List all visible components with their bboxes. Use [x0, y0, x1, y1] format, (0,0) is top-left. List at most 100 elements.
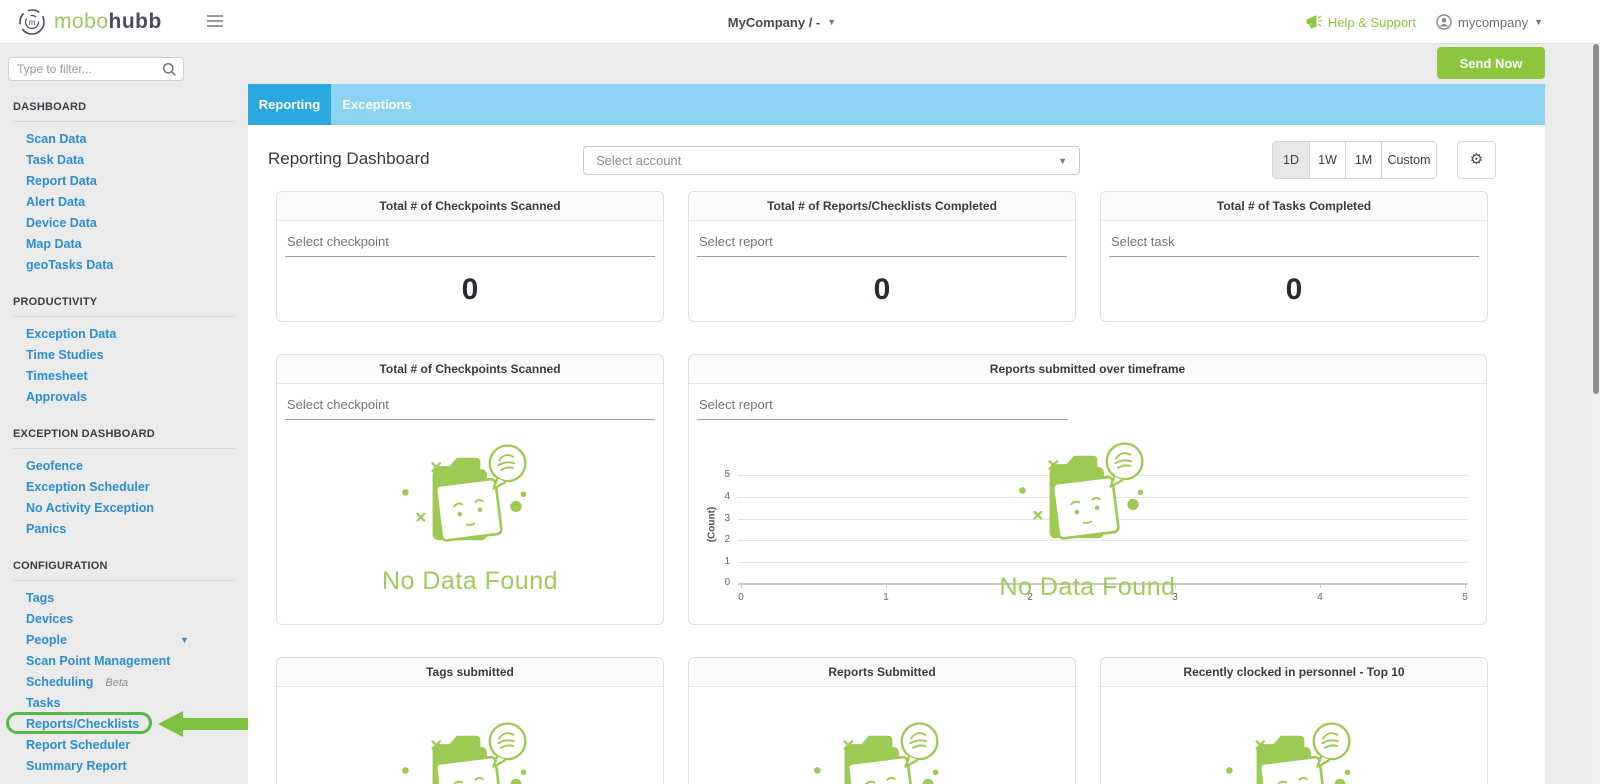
range-1d-button[interactable]: 1D	[1272, 141, 1310, 179]
sidebar-filter-input[interactable]	[9, 58, 157, 80]
sidebar-item-summary-report[interactable]: Summary Report	[0, 756, 248, 777]
logo-icon: m	[18, 8, 46, 36]
chevron-down-icon: ▼	[827, 17, 836, 27]
chevron-down-icon: ▼	[1534, 17, 1543, 27]
sidebar-item-report-data[interactable]: Report Data	[0, 171, 248, 192]
tab-bar: Reporting Exceptions	[248, 84, 1545, 125]
card-title: Total # of Checkpoints Scanned	[277, 355, 663, 384]
sidebar-item-map-data[interactable]: Map Data	[0, 234, 248, 255]
sidebar: DASHBOARD Scan Data Task Data Report Dat…	[0, 44, 248, 784]
account-select[interactable]: Select account ▼	[583, 146, 1080, 175]
no-data-illustration	[808, 715, 958, 784]
sidebar-item-time-studies[interactable]: Time Studies	[0, 345, 248, 366]
divider	[13, 580, 235, 581]
sidebar-item-people[interactable]: People ▼	[0, 630, 248, 651]
report-select[interactable]: Select report	[697, 234, 1067, 257]
range-custom-button[interactable]: Custom	[1382, 141, 1437, 179]
chevron-down-icon: ▼	[1058, 156, 1067, 166]
sidebar-item-scan-data[interactable]: Scan Data	[0, 129, 248, 150]
no-data-illustration	[1220, 715, 1370, 784]
report-select[interactable]: Select report	[697, 397, 1068, 420]
sidebar-item-scan-point-management[interactable]: Scan Point Management	[0, 651, 248, 672]
card-title: Total # of Tasks Completed	[1101, 192, 1487, 221]
annotation-arrow	[158, 711, 248, 737]
sidebar-item-geotasks-data[interactable]: geoTasks Data	[0, 255, 248, 276]
no-data-label: No Data Found	[689, 573, 1486, 602]
company-selector[interactable]: MyCompany / - ▼	[702, 0, 862, 44]
card-title: Recently clocked in personnel - Top 10	[1101, 658, 1487, 687]
card-title: Reports Submitted	[689, 658, 1075, 687]
logo[interactable]: m mobohubb	[18, 8, 162, 36]
no-data-label: No Data Found	[277, 567, 663, 596]
sidebar-filter	[8, 57, 184, 81]
user-icon	[1436, 14, 1452, 30]
main-area: Send Now Reporting Exceptions Reporting …	[248, 44, 1600, 784]
scrollbar-thumb[interactable]	[1593, 44, 1599, 394]
checkpoint-select[interactable]: Select checkpoint	[285, 397, 655, 420]
card-title: Total # of Reports/Checklists Completed	[689, 192, 1075, 221]
sidebar-item-alert-data[interactable]: Alert Data	[0, 192, 248, 213]
hamburger-menu-icon[interactable]	[207, 15, 223, 30]
company-selector-label: MyCompany / -	[728, 15, 820, 30]
help-support-link[interactable]: Help & Support	[1306, 15, 1416, 30]
send-now-button[interactable]: Send Now	[1437, 47, 1545, 79]
card-tasks-completed: Total # of Tasks Completed Select task 0	[1100, 191, 1488, 322]
mobohubb-app: m mobohubb MyCompany / - ▼ Help & Suppor…	[0, 0, 1600, 784]
chevron-down-icon[interactable]: ▼	[180, 630, 189, 651]
settings-button[interactable]: ⚙	[1457, 141, 1496, 179]
sidebar-item-task-data[interactable]: Task Data	[0, 150, 248, 171]
account-menu[interactable]: mycompany ▼	[1436, 14, 1543, 30]
tab-reporting[interactable]: Reporting	[248, 84, 331, 125]
checkpoint-select[interactable]: Select checkpoint	[285, 234, 655, 257]
sidebar-item-report-scheduler[interactable]: Report Scheduler	[0, 735, 248, 756]
tab-exceptions[interactable]: Exceptions	[331, 84, 423, 125]
range-1w-button[interactable]: 1W	[1310, 141, 1346, 179]
logo-text-mobo: mobo	[54, 10, 109, 33]
sidebar-item-panics[interactable]: Panics	[0, 519, 248, 540]
card-title: Tags submitted	[277, 658, 663, 687]
sidebar-item-no-activity-exception[interactable]: No Activity Exception	[0, 498, 248, 519]
vertical-scrollbar[interactable]	[1592, 44, 1600, 784]
sidebar-item-scheduling[interactable]: Scheduling Beta	[0, 672, 248, 693]
gear-icon: ⚙	[1470, 151, 1483, 168]
section-title-productivity: PRODUCTIVITY	[13, 296, 235, 308]
sidebar-item-tasks[interactable]: Tasks	[0, 693, 248, 714]
y-tick: 5	[712, 469, 730, 480]
range-1m-button[interactable]: 1M	[1346, 141, 1382, 179]
card-reports-over-timeframe: Reports submitted over timeframe Select …	[688, 354, 1487, 625]
task-select[interactable]: Select task	[1109, 234, 1479, 257]
sidebar-item-timesheet[interactable]: Timesheet	[0, 366, 248, 387]
logo-text-hubb: hubb	[109, 10, 162, 33]
beta-badge: Beta	[105, 677, 128, 689]
y-tick: 3	[712, 513, 730, 524]
sidebar-item-reports-checklists[interactable]: Reports/Checklists	[0, 714, 248, 735]
timeframe-button-group: 1D 1W 1M Custom	[1272, 141, 1437, 179]
divider	[13, 448, 235, 449]
card-tags-submitted: Tags submitted	[276, 657, 664, 784]
megaphone-icon	[1306, 15, 1322, 29]
sidebar-item-exception-data[interactable]: Exception Data	[0, 324, 248, 345]
sidebar-item-exception-scheduler[interactable]: Exception Scheduler	[0, 477, 248, 498]
divider	[13, 316, 235, 317]
top-header: m mobohubb MyCompany / - ▼ Help & Suppor…	[0, 0, 1600, 44]
sidebar-item-scheduling-label: Scheduling	[26, 675, 93, 689]
account-select-placeholder: Select account	[596, 153, 681, 168]
svg-text:m: m	[29, 18, 36, 27]
card-recently-clocked-in: Recently clocked in personnel - Top 10	[1100, 657, 1488, 784]
card-title: Reports submitted over timeframe	[689, 355, 1486, 384]
header-actions: Help & Support mycompany ▼	[1306, 0, 1543, 44]
account-label: mycompany	[1458, 15, 1528, 30]
section-title-exception-dashboard: EXCEPTION DASHBOARD	[13, 428, 235, 440]
no-data-illustration	[396, 437, 546, 559]
sidebar-item-reports-checklists-label: Reports/Checklists	[26, 717, 139, 731]
sidebar-item-people-label: People	[26, 633, 67, 647]
sidebar-item-devices[interactable]: Devices	[0, 609, 248, 630]
sidebar-item-geofence[interactable]: Geofence	[0, 456, 248, 477]
sidebar-item-approvals[interactable]: Approvals	[0, 387, 248, 408]
metric-value: 0	[277, 273, 663, 307]
card-checkpoints-scanned: Total # of Checkpoints Scanned Select ch…	[276, 191, 664, 322]
search-icon	[162, 62, 177, 77]
sidebar-item-tags[interactable]: Tags	[0, 588, 248, 609]
divider	[13, 121, 235, 122]
sidebar-item-device-data[interactable]: Device Data	[0, 213, 248, 234]
